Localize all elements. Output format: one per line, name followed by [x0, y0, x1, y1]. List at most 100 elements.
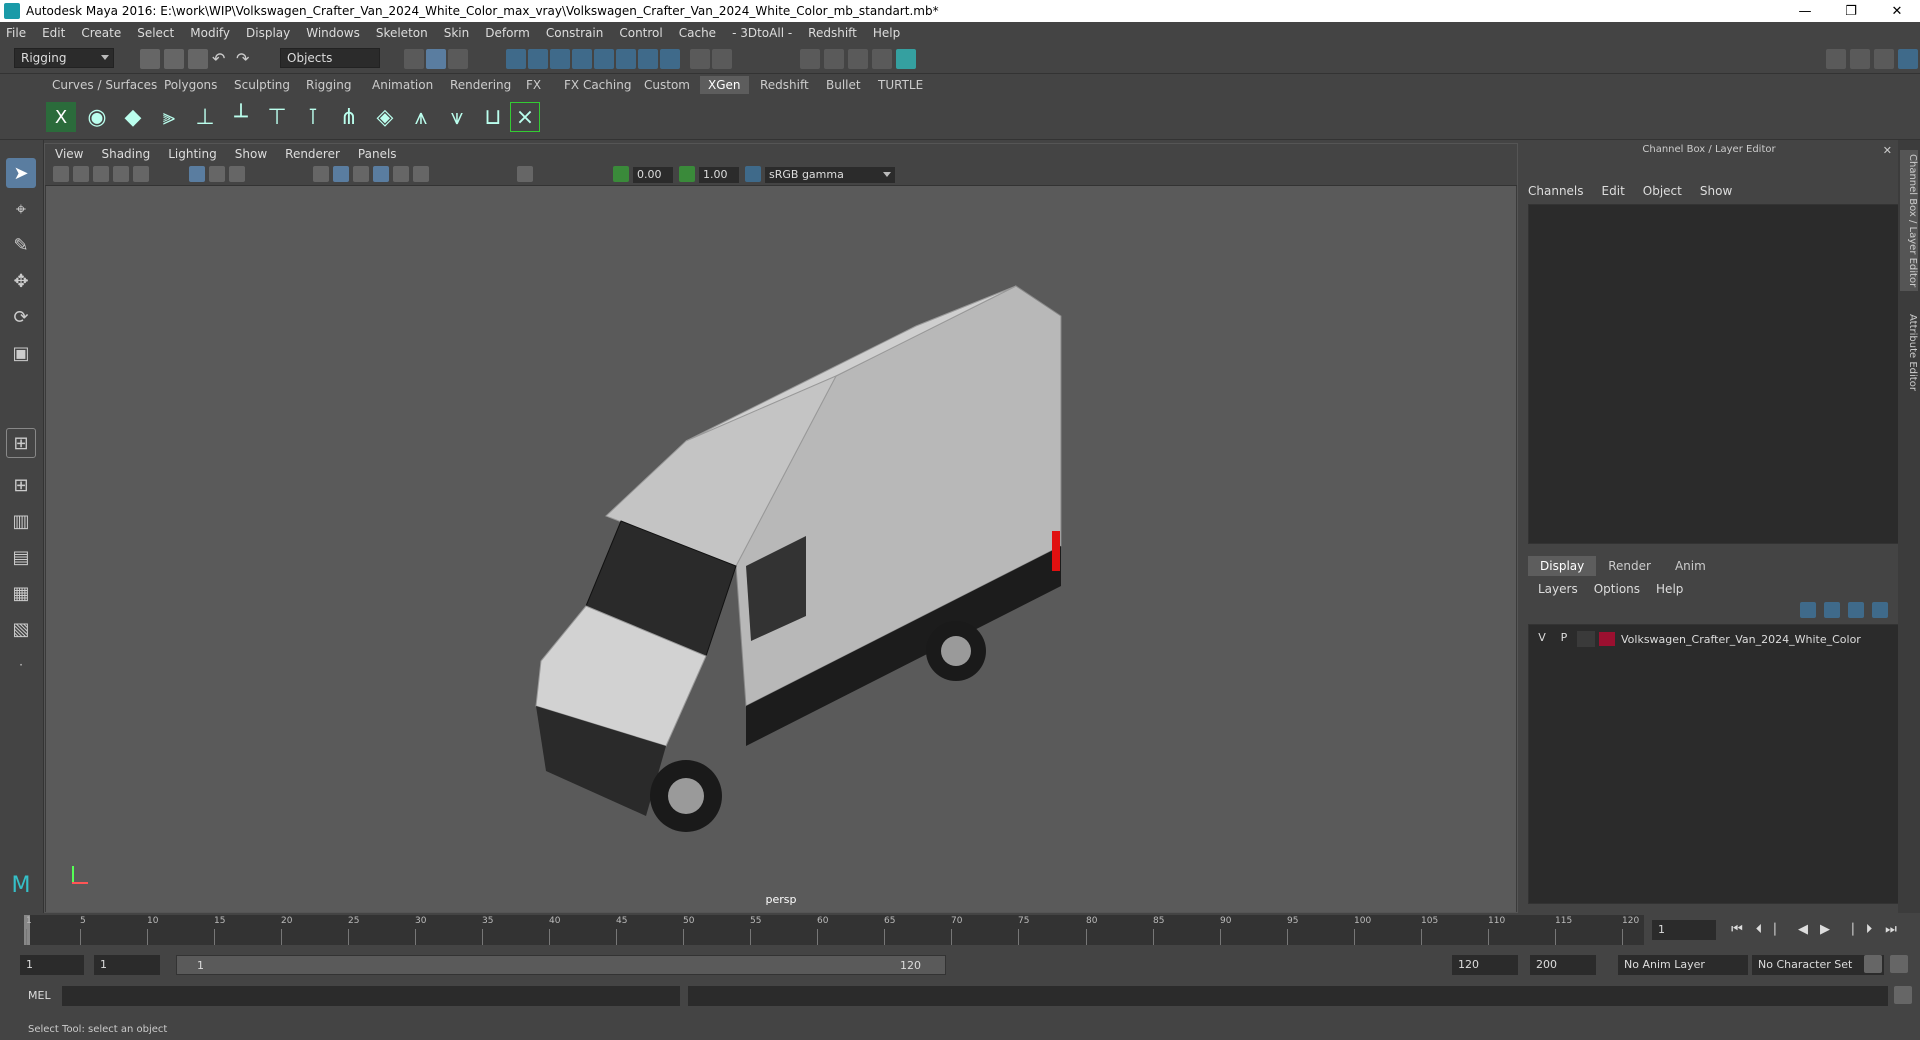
paint-select-tool-icon[interactable]: ✎ [6, 230, 36, 260]
layer-type-toggle[interactable] [1577, 631, 1595, 647]
snap-surface-icon[interactable] [594, 49, 614, 69]
close-button[interactable]: ✕ [1874, 0, 1920, 22]
render-view-icon[interactable] [800, 49, 820, 69]
xgen-clump-icon[interactable]: ⩚ [406, 102, 436, 132]
hypershade-layout-icon[interactable]: ▦ [6, 578, 36, 608]
snap-vertex-icon[interactable] [638, 49, 658, 69]
panel-close-icon[interactable]: ✕ [1883, 144, 1892, 157]
menu-display[interactable]: Display [246, 26, 290, 40]
menu-windows[interactable]: Windows [306, 26, 360, 40]
menu-edit[interactable]: Edit [42, 26, 65, 40]
menu-constrain[interactable]: Constrain [546, 26, 604, 40]
shelf-tab-turtle[interactable]: TURTLE [870, 76, 931, 94]
color-space-dropdown[interactable]: sRGB gamma [765, 167, 895, 183]
shelf-tab-bullet[interactable]: Bullet [818, 76, 869, 94]
animation-start-field[interactable]: 1 [20, 955, 84, 975]
ipr-render-icon[interactable] [848, 49, 868, 69]
cb-menu-show[interactable]: Show [1700, 184, 1732, 198]
le-menu-layers[interactable]: Layers [1538, 582, 1578, 596]
xgen-preview-icon[interactable]: ⨯ [510, 102, 540, 132]
vp-menu-renderer[interactable]: Renderer [285, 147, 340, 161]
channel-box-area[interactable] [1528, 204, 1900, 544]
layer-playback-toggle[interactable]: P [1555, 631, 1573, 647]
select-hierarchy-icon[interactable] [404, 49, 424, 69]
animation-preferences-icon[interactable] [1890, 955, 1908, 973]
script-editor-icon[interactable] [1894, 986, 1912, 1004]
tab-anim[interactable]: Anim [1663, 556, 1718, 576]
tab-display[interactable]: Display [1528, 556, 1597, 576]
image-plane-icon[interactable] [113, 166, 129, 182]
vp-menu-view[interactable]: View [55, 147, 83, 161]
single-view-layout-icon[interactable]: ⊞ [6, 428, 36, 458]
smooth-shade-icon[interactable] [333, 166, 349, 182]
side-tab-attribute-editor[interactable]: Attribute Editor [1900, 310, 1918, 395]
bookmark-icon[interactable] [93, 166, 109, 182]
textured-icon[interactable] [373, 166, 389, 182]
persp-graph-layout-icon[interactable]: ▤ [6, 542, 36, 572]
open-scene-icon[interactable] [164, 49, 184, 69]
selection-mode-dropdown[interactable]: Objects [280, 48, 380, 68]
step-forward-key-icon[interactable]: ⏵ [1860, 922, 1878, 940]
shelf-tab-xgen[interactable]: XGen [700, 76, 749, 94]
uv-layout-icon[interactable]: ▧ [6, 614, 36, 644]
menu-select[interactable]: Select [137, 26, 174, 40]
xgen-add-guide-icon[interactable]: ⊥ [190, 102, 220, 132]
viewport-canvas[interactable]: persp [46, 186, 1516, 912]
xgen-lock-guide-icon[interactable]: ⊺ [298, 102, 328, 132]
menuset-dropdown[interactable]: Rigging [14, 48, 114, 68]
playback-start-field[interactable]: 1 [94, 955, 160, 975]
render-frame-icon[interactable] [824, 49, 844, 69]
minimize-button[interactable]: — [1782, 0, 1828, 22]
step-back-frame-icon[interactable]: ⎸ [1772, 922, 1790, 940]
step-forward-frame-icon[interactable]: ⎹ [1838, 922, 1856, 940]
hypershade-icon[interactable] [896, 49, 916, 69]
go-to-start-icon[interactable]: ⏮ [1728, 922, 1746, 940]
default-material-icon[interactable] [353, 166, 369, 182]
step-back-key-icon[interactable]: ⏴ [1750, 922, 1768, 940]
xgen-sculpt-guide-icon[interactable]: ⊤ [262, 102, 292, 132]
shelf-tab-polygons[interactable]: Polygons [156, 76, 225, 94]
le-menu-help[interactable]: Help [1656, 582, 1683, 596]
select-object-icon[interactable] [426, 49, 446, 69]
shelf-tab-fx-caching[interactable]: FX Caching [556, 76, 639, 94]
wireframe-icon[interactable] [313, 166, 329, 182]
four-view-layout-icon[interactable]: ⊞ [6, 470, 36, 500]
history-icon[interactable] [712, 49, 732, 69]
color-management-icon[interactable] [745, 166, 761, 182]
shelf-tab-fx[interactable]: FX [518, 76, 549, 94]
snap-curve-icon[interactable] [528, 49, 548, 69]
le-menu-options[interactable]: Options [1594, 582, 1640, 596]
menu-redshift[interactable]: Redshift [808, 26, 857, 40]
grid-icon[interactable] [189, 166, 205, 182]
film-gate-icon[interactable] [209, 166, 225, 182]
cb-menu-channels[interactable]: Channels [1528, 184, 1584, 198]
shelf-tab-curves-surfaces[interactable]: Curves / Surfaces [44, 76, 165, 94]
menu-deform[interactable]: Deform [485, 26, 530, 40]
vp-menu-show[interactable]: Show [235, 147, 267, 161]
current-frame-field[interactable]: 1 [1652, 920, 1716, 940]
shelf-tab-sculpting[interactable]: Sculpting [226, 76, 298, 94]
time-slider-track[interactable]: 1 5 10 15 20 25 30 35 40 45 50 55 60 65 70 75 80 85 90 95 10… [24, 915, 1644, 945]
shelf-tab-animation[interactable]: Animation [364, 76, 441, 94]
xgen-layers-icon[interactable]: ◈ [370, 102, 400, 132]
camera-attributes-icon[interactable] [73, 166, 89, 182]
animation-end-field[interactable]: 200 [1530, 955, 1596, 975]
select-component-icon[interactable] [448, 49, 468, 69]
save-scene-icon[interactable] [188, 49, 208, 69]
shelf-tab-rendering[interactable]: Rendering [442, 76, 519, 94]
menu-create[interactable]: Create [81, 26, 121, 40]
xgen-noise-icon[interactable]: ⩛ [442, 102, 472, 132]
grease-pencil-icon[interactable] [133, 166, 149, 182]
auto-key-icon[interactable] [1864, 955, 1882, 973]
gamma-field[interactable]: 1.00 [699, 167, 739, 183]
menu-skeleton[interactable]: Skeleton [376, 26, 428, 40]
snap-view-icon[interactable] [572, 49, 592, 69]
menu-skin[interactable]: Skin [444, 26, 470, 40]
attribute-editor-toggle-icon[interactable] [1850, 49, 1870, 69]
shadows-icon[interactable] [413, 166, 429, 182]
exposure-icon[interactable] [613, 166, 629, 182]
lasso-tool-icon[interactable]: ⌖ [6, 194, 36, 224]
camera-icon[interactable] [53, 166, 69, 182]
xgen-guide-icon[interactable]: ⫸ [154, 102, 184, 132]
vp-menu-lighting[interactable]: Lighting [168, 147, 217, 161]
